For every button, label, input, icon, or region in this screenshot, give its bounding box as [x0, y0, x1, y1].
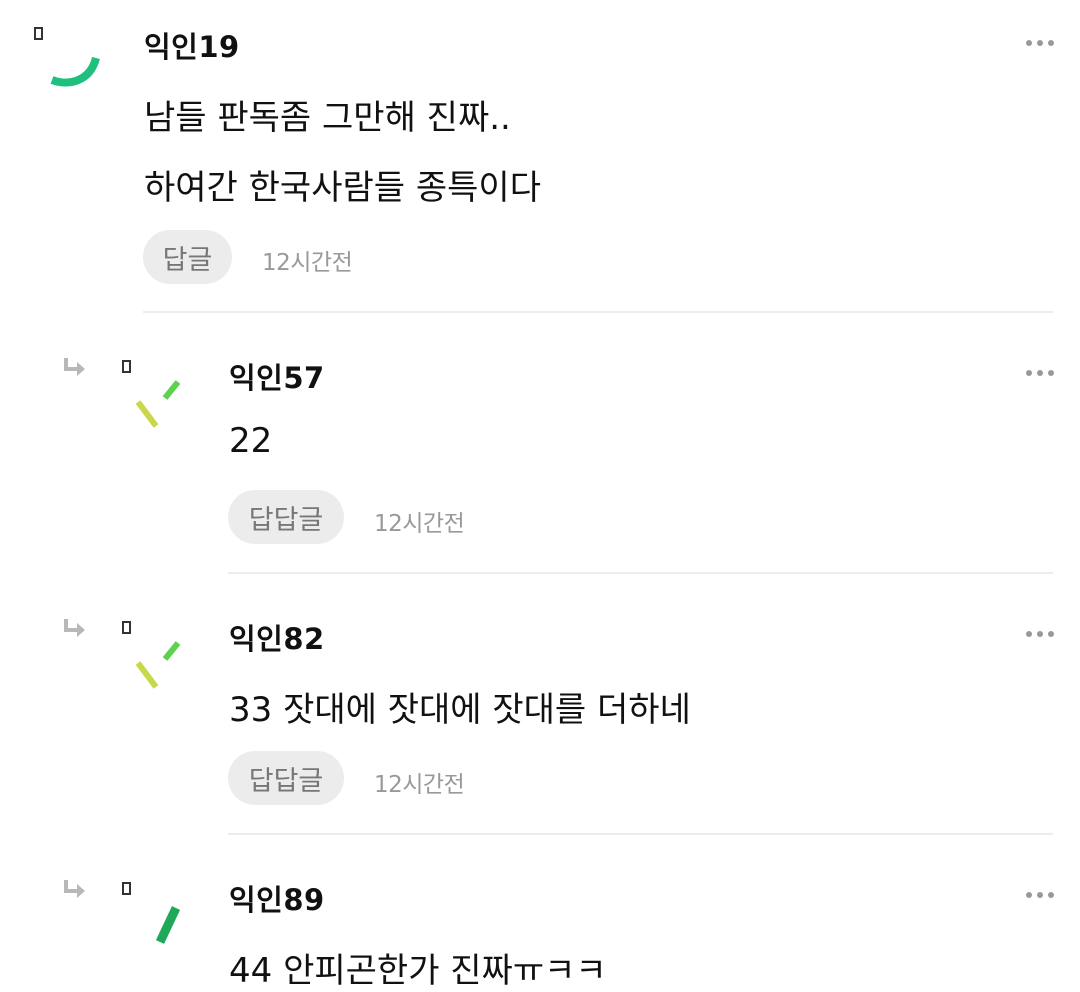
- comment-author[interactable]: 익인82: [229, 616, 325, 658]
- avatar-icon[interactable]: [46, 40, 106, 90]
- badge-square-icon: [34, 26, 44, 40]
- reply-arrow-icon: [61, 879, 87, 901]
- comment-text-line: 남들 판독좀 그만해 진짜..: [144, 98, 511, 138]
- avatar-icon[interactable]: [146, 902, 186, 950]
- comment-author[interactable]: 익인57: [229, 355, 325, 397]
- comment-author[interactable]: 익인89: [229, 877, 325, 919]
- comment-time: 12시간전: [374, 772, 465, 798]
- comment-time: 12시간전: [262, 250, 353, 276]
- divider: [228, 572, 1053, 574]
- badge-square-icon: [122, 881, 132, 895]
- reply-arrow-icon: [61, 618, 87, 640]
- reply-button[interactable]: 답답글: [228, 751, 344, 805]
- comment-text-line: 하여간 한국사람들 종특이다: [144, 168, 541, 208]
- more-dots-icon[interactable]: [1025, 624, 1055, 637]
- badge-square-icon: [122, 359, 132, 373]
- reply-button[interactable]: 답글: [143, 230, 232, 284]
- reply-button[interactable]: 답답글: [228, 490, 344, 544]
- divider: [228, 833, 1053, 835]
- more-dots-icon[interactable]: [1025, 363, 1055, 376]
- comment-text-line: 44 안피곤한가 진짜ㅠㅋㅋ: [229, 951, 607, 991]
- comment-time: 12시간전: [374, 511, 465, 537]
- avatar-icon[interactable]: [134, 376, 190, 432]
- reply-arrow-icon: [61, 357, 87, 379]
- avatar-icon[interactable]: [134, 637, 190, 693]
- badge-square-icon: [122, 620, 132, 634]
- more-dots-icon[interactable]: [1025, 33, 1055, 46]
- comment-text-line: 33 잣대에 잣대에 잣대를 더하네: [229, 690, 691, 730]
- comment-author[interactable]: 익인19: [144, 24, 240, 66]
- divider: [143, 311, 1053, 313]
- comment-text-line: 22: [229, 421, 273, 461]
- more-dots-icon[interactable]: [1025, 885, 1055, 898]
